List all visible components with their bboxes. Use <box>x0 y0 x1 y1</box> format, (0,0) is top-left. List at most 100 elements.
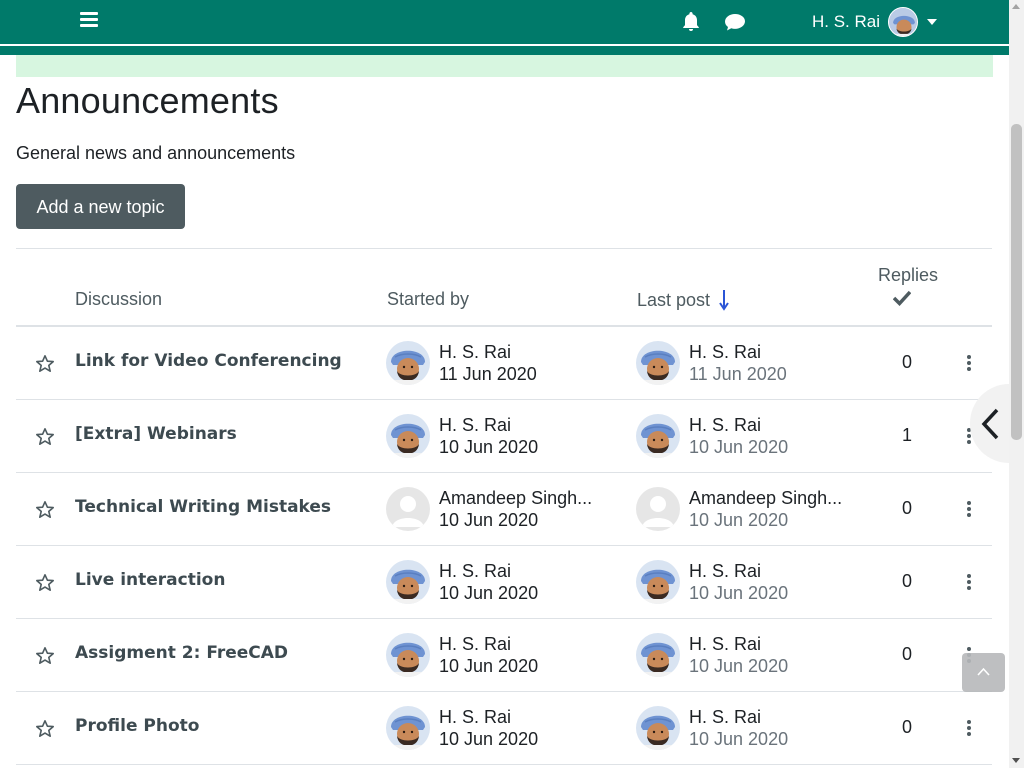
last-post-date[interactable]: 10 Jun 2020 <box>689 728 788 750</box>
star-icon[interactable] <box>35 427 55 447</box>
header-last-post[interactable]: Last post <box>637 289 730 311</box>
replies-count: 1 <box>901 425 912 445</box>
user-name: H. S. Rai <box>812 12 881 31</box>
back-to-top-button[interactable] <box>962 653 1005 692</box>
author-name[interactable]: H. S. Rai <box>689 414 788 436</box>
sort-down-arrow-icon <box>719 290 729 311</box>
discussion-topic-link[interactable]: Live interaction <box>75 570 225 590</box>
started-by-author: H. S. Rai 11 Jun 2020 <box>386 341 537 385</box>
started-by-author: H. S. Rai 10 Jun 2020 <box>386 706 538 750</box>
replies-count: 0 <box>901 498 912 518</box>
header-last-post-label: Last post <box>637 289 711 310</box>
forum-intro: General news and announcements <box>16 143 296 163</box>
bell-icon[interactable] <box>679 10 703 34</box>
last-post-author: H. S. Rai 11 Jun 2020 <box>636 341 787 385</box>
author-name[interactable]: Amandeep Singh... <box>689 487 842 509</box>
star-icon[interactable] <box>35 719 55 739</box>
author-name[interactable]: H. S. Rai <box>439 706 538 728</box>
more-actions-icon[interactable] <box>964 501 974 521</box>
avatar[interactable] <box>386 341 430 385</box>
user-avatar <box>888 7 919 37</box>
user-menu[interactable]: H. S. Rai <box>812 7 938 37</box>
author-name[interactable]: H. S. Rai <box>439 633 538 655</box>
last-post-author: H. S. Rai 10 Jun 2020 <box>636 414 788 458</box>
table-top-divider <box>16 248 992 249</box>
replies-count: 0 <box>901 352 912 372</box>
top-navbar: H. S. Rai <box>0 0 1009 44</box>
post-date: 10 Jun 2020 <box>439 729 539 749</box>
star-icon[interactable] <box>35 354 55 374</box>
started-by-author: Amandeep Singh... 10 Jun 2020 <box>386 487 592 531</box>
avatar[interactable] <box>636 560 680 604</box>
started-by-author: H. S. Rai 10 Jun 2020 <box>386 560 538 604</box>
more-actions-icon[interactable] <box>964 574 974 594</box>
table-row: [Extra] Webinars H. S. Rai 10 Jun 2020 H. S… <box>16 400 992 473</box>
scroll-thumb[interactable] <box>1011 124 1022 440</box>
header-replies[interactable]: Replies <box>878 265 938 286</box>
post-date: 10 Jun 2020 <box>439 510 539 530</box>
table-row: Live interaction H. S. Rai 10 Jun 2020 H. S… <box>16 546 992 619</box>
add-new-topic-button[interactable]: Add a new topic <box>16 184 185 229</box>
last-post-date[interactable]: 10 Jun 2020 <box>689 509 842 531</box>
last-post-author: H. S. Rai 10 Jun 2020 <box>636 633 788 677</box>
navbar-bottom-band <box>0 46 1009 55</box>
last-post-author: H. S. Rai 10 Jun 2020 <box>636 560 788 604</box>
avatar[interactable] <box>636 706 680 750</box>
checkmark-icon <box>893 290 911 306</box>
avatar[interactable] <box>636 487 680 531</box>
chat-bubble-icon[interactable] <box>723 10 747 34</box>
scroll-up-arrow-icon[interactable] <box>1012 4 1020 9</box>
hamburger-icon[interactable] <box>80 12 98 28</box>
header-started-by[interactable]: Started by <box>387 289 469 310</box>
star-icon[interactable] <box>35 646 55 666</box>
post-date: 10 Jun 2020 <box>439 583 539 603</box>
discussion-topic-link[interactable]: Technical Writing Mistakes <box>75 497 331 517</box>
discussion-topic-link[interactable]: Profile Photo <box>75 716 199 736</box>
avatar[interactable] <box>386 706 430 750</box>
last-post-date[interactable]: 10 Jun 2020 <box>689 436 788 458</box>
author-name[interactable]: H. S. Rai <box>439 560 538 582</box>
table-row: Link for Video Conferencing H. S. Rai 11 J… <box>16 327 992 400</box>
scroll-down-arrow-icon[interactable] <box>1012 758 1020 763</box>
page-title: Announcements <box>16 80 279 121</box>
avatar[interactable] <box>636 414 680 458</box>
alert-banner <box>16 55 993 77</box>
last-post-date[interactable]: 10 Jun 2020 <box>689 655 788 677</box>
post-date: 11 Jun 2020 <box>439 364 537 384</box>
last-post-author: H. S. Rai 10 Jun 2020 <box>636 706 788 750</box>
replies-count: 0 <box>901 571 912 591</box>
author-name[interactable]: H. S. Rai <box>689 341 787 363</box>
avatar[interactable] <box>386 487 430 531</box>
last-post-date[interactable]: 11 Jun 2020 <box>689 363 787 385</box>
replies-count: 0 <box>901 644 912 664</box>
last-post-date[interactable]: 10 Jun 2020 <box>689 582 788 604</box>
chevron-down-icon[interactable] <box>927 19 938 25</box>
chevron-left-icon <box>981 408 999 440</box>
table-row: Technical Writing Mistakes Amandeep Singh… <box>16 473 992 546</box>
page-scrollbar[interactable] <box>1009 0 1024 768</box>
discussion-topic-link[interactable]: Assigment 2: FreeCAD <box>75 643 288 663</box>
avatar[interactable] <box>636 633 680 677</box>
avatar[interactable] <box>386 633 430 677</box>
header-discussion[interactable]: Discussion <box>75 289 162 310</box>
author-name[interactable]: H. S. Rai <box>439 414 538 436</box>
author-name[interactable]: H. S. Rai <box>439 341 537 363</box>
replies-count: 0 <box>901 717 912 737</box>
avatar[interactable] <box>386 560 430 604</box>
post-date: 10 Jun 2020 <box>439 437 539 457</box>
started-by-author: H. S. Rai 10 Jun 2020 <box>386 414 538 458</box>
post-date: 10 Jun 2020 <box>439 656 539 676</box>
more-actions-icon[interactable] <box>964 355 974 375</box>
discussion-topic-link[interactable]: Link for Video Conferencing <box>75 351 342 371</box>
author-name[interactable]: H. S. Rai <box>689 560 788 582</box>
avatar[interactable] <box>386 414 430 458</box>
author-name[interactable]: H. S. Rai <box>689 706 788 728</box>
star-icon[interactable] <box>35 573 55 593</box>
last-post-author: Amandeep Singh... 10 Jun 2020 <box>636 487 842 531</box>
star-icon[interactable] <box>35 500 55 520</box>
discussion-topic-link[interactable]: [Extra] Webinars <box>75 424 237 444</box>
author-name[interactable]: Amandeep Singh... <box>439 487 592 509</box>
avatar[interactable] <box>636 341 680 385</box>
author-name[interactable]: H. S. Rai <box>689 633 788 655</box>
more-actions-icon[interactable] <box>964 720 974 740</box>
